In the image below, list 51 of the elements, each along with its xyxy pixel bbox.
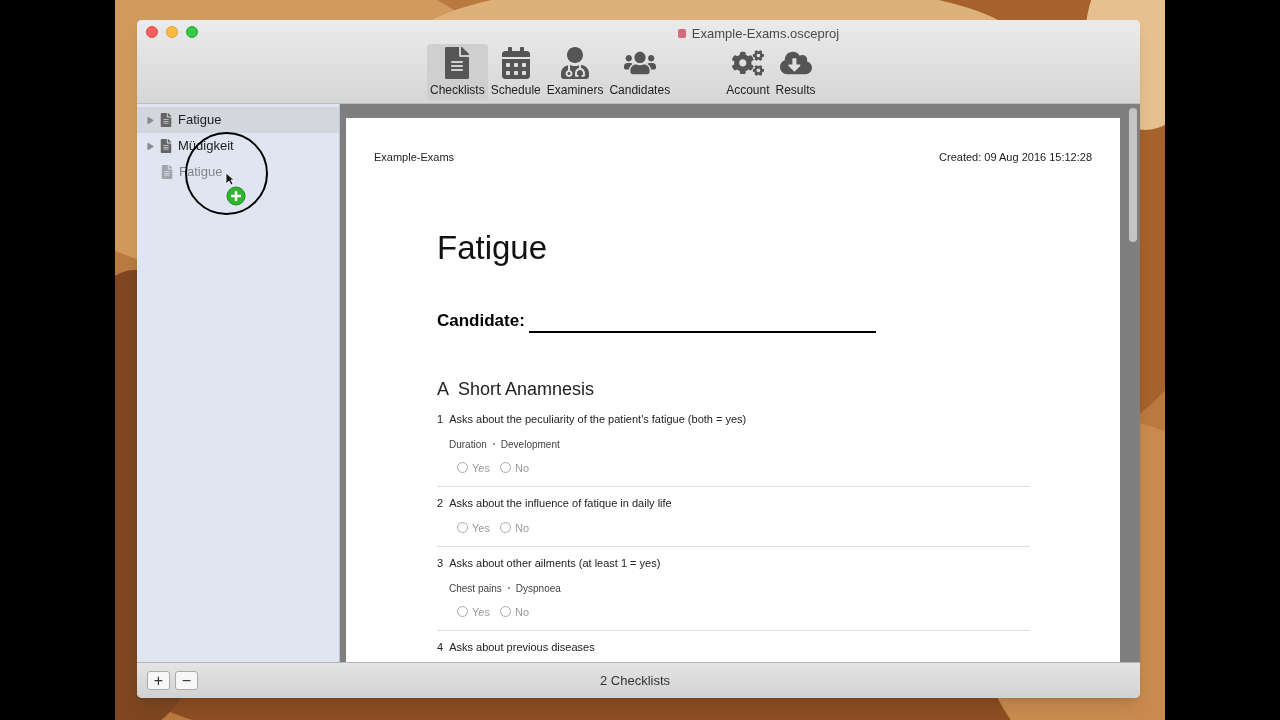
- toolbar-button[interactable]: Schedule: [487, 44, 544, 100]
- doctor-icon: [559, 47, 592, 79]
- option-label: Yes: [472, 460, 490, 476]
- disclosure-triangle-icon[interactable]: [147, 116, 154, 124]
- disclosure-triangle-icon[interactable]: [147, 142, 154, 150]
- sidebar-item[interactable]: Fatigue: [137, 107, 339, 133]
- project-name: Example-Exams: [374, 150, 455, 165]
- toolbar-button[interactable]: Checklists: [427, 44, 488, 100]
- gears-icon: [731, 47, 764, 79]
- created-date: Created: 09 Aug 2016 15:12:28: [939, 150, 1092, 165]
- calendar-icon: [499, 47, 532, 79]
- item-number: 4: [437, 640, 444, 655]
- remove-button[interactable]: −: [175, 671, 198, 690]
- item-text: Asks about previous diseases: [449, 640, 595, 655]
- toolbar-button[interactable]: Candidates: [606, 44, 674, 100]
- checklist-count: 2 Checklists: [600, 671, 671, 690]
- item-detail: Dyspnoea: [515, 581, 561, 596]
- toolbar-button[interactable]: Results: [772, 44, 819, 100]
- scrollbar[interactable]: [1129, 108, 1137, 242]
- item-detail: Development: [500, 437, 560, 452]
- item-number: 3: [437, 556, 444, 571]
- add-button[interactable]: +: [147, 671, 170, 690]
- item-text: Asks about the influence of fatique in daily life: [449, 496, 672, 511]
- section-title: Short Anamnesis: [458, 378, 595, 401]
- checklist-name: Fatigue: [178, 111, 222, 130]
- option-label: Yes: [472, 604, 490, 620]
- option-label: Yes: [472, 520, 490, 536]
- document-icon: [161, 165, 173, 179]
- document-icon: [160, 139, 172, 153]
- option-label: No: [514, 460, 529, 476]
- option-label: No: [514, 604, 529, 620]
- zoom-button[interactable]: [186, 26, 198, 38]
- item-detail: Chest pains: [449, 581, 502, 596]
- document-icon: [677, 29, 686, 39]
- cursor-icon: [225, 172, 235, 186]
- item-text: Asks about other ailments (at least 1 = yes): [449, 556, 661, 571]
- option-label: No: [514, 520, 529, 536]
- item-text: Asks about the peculiarity of the patient's fatigue (both = yes): [449, 412, 747, 427]
- candidate-label: Candidate:: [437, 309, 525, 332]
- checklist-title: Fatigue: [437, 230, 549, 264]
- item-detail: Duration: [449, 437, 487, 452]
- item-number: 2: [437, 496, 444, 511]
- toolbar-button[interactable]: Account: [723, 44, 773, 100]
- toolbar-button[interactable]: Examiners: [543, 44, 607, 100]
- window-title: Example-Exams.osceproj: [691, 25, 840, 43]
- close-button[interactable]: [146, 26, 158, 38]
- add-badge-icon: [226, 186, 246, 206]
- document-icon: [160, 113, 172, 127]
- item-number: 1: [437, 412, 444, 427]
- section-letter: A: [437, 378, 449, 401]
- minimize-button[interactable]: [166, 26, 178, 38]
